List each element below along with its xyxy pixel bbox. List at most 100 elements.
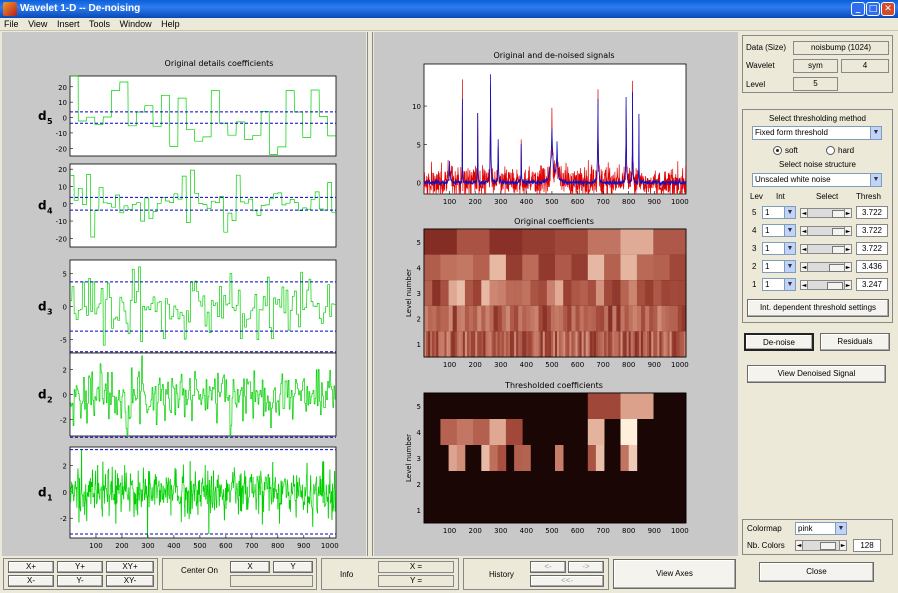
view-denoised-signal-button[interactable]: View Denoised Signal — [747, 365, 886, 383]
xplus-button[interactable]: X+ — [8, 561, 54, 573]
slider-right-arrow-icon[interactable]: ► — [844, 209, 851, 217]
coefficient-cell — [518, 331, 521, 357]
view-axes-button[interactable]: View Axes — [613, 559, 736, 589]
row-threshold-value[interactable]: 3.436 — [856, 260, 888, 273]
row-threshold-slider[interactable]: ◄ ► — [800, 280, 852, 290]
thresholding-frame: Select thresholding method Fixed form th… — [742, 109, 893, 323]
hard-radio[interactable] — [826, 146, 835, 155]
menu-help[interactable]: Help — [157, 18, 183, 29]
slider-right-arrow-icon[interactable]: ► — [844, 227, 851, 235]
detail-level-label: d — [38, 486, 47, 500]
coefficient-cell — [540, 331, 543, 357]
coefficient-cell — [522, 229, 556, 255]
panel-splitter[interactable] — [367, 32, 373, 556]
row-threshold-slider[interactable]: ◄ ► — [800, 208, 852, 218]
coefficient-cell — [514, 305, 519, 332]
residuals-button[interactable]: Residuals — [820, 333, 890, 351]
maximize-button[interactable]: □ — [866, 2, 880, 16]
slider-left-arrow-icon[interactable]: ◄ — [796, 541, 803, 550]
row-int-select[interactable]: 1 ▼ — [762, 224, 796, 237]
xminus-button[interactable]: X- — [8, 575, 54, 587]
history-back-button[interactable]: <- — [530, 561, 566, 573]
y-tick-label: 2 — [63, 462, 67, 470]
xyminus-button[interactable]: XY- — [106, 575, 154, 587]
coefficient-cell — [475, 331, 478, 357]
coefficient-cell — [653, 331, 656, 357]
row-level-label: 3 — [752, 244, 757, 253]
slider-right-arrow-icon[interactable]: ► — [844, 263, 851, 271]
coefficient-cell — [444, 305, 449, 332]
slider-left-arrow-icon[interactable]: ◄ — [801, 281, 808, 289]
center-x-button[interactable]: X — [230, 561, 270, 573]
row-threshold-slider[interactable]: ◄ ► — [800, 262, 852, 272]
coefficient-cell — [436, 305, 441, 332]
close-window-button[interactable]: ✕ — [881, 2, 895, 16]
row-int-value: 1 — [765, 244, 770, 253]
row-int-select[interactable]: 1 ▼ — [762, 278, 796, 291]
coefficient-cell — [561, 331, 564, 357]
row-threshold-value[interactable]: 3.722 — [856, 242, 888, 255]
coefficient-cell — [438, 331, 441, 357]
x-tick-label: 600 — [571, 527, 584, 535]
slider-left-arrow-icon[interactable]: ◄ — [801, 263, 808, 271]
detail-axes-4: 2 0 -2 d 1 — [38, 446, 337, 539]
y-tick-label: 0 — [63, 489, 67, 497]
menu-file[interactable]: File — [0, 18, 22, 29]
chevron-down-icon: ▼ — [784, 243, 795, 254]
y-tick-label: -2 — [60, 515, 67, 523]
slider-thumb[interactable] — [820, 542, 836, 550]
row-threshold-slider[interactable]: ◄ ► — [800, 244, 852, 254]
slider-right-arrow-icon[interactable]: ► — [839, 541, 846, 550]
threshold-method-select[interactable]: Fixed form threshold ▼ — [752, 126, 882, 140]
coefficient-cell — [464, 331, 468, 357]
row-int-select[interactable]: 1 ▼ — [762, 206, 796, 219]
xyplus-button[interactable]: XY+ — [106, 561, 154, 573]
menu-insert[interactable]: Insert — [53, 18, 83, 29]
nb-colors-value[interactable]: 128 — [853, 539, 881, 552]
coefficient-cell — [659, 331, 662, 357]
slider-left-arrow-icon[interactable]: ◄ — [801, 209, 808, 217]
coefficient-cell — [436, 331, 439, 357]
yminus-button[interactable]: Y- — [57, 575, 103, 587]
soft-radio[interactable] — [773, 146, 782, 155]
nb-colors-slider[interactable]: ◄ ► — [795, 540, 847, 551]
coefficient-cell — [514, 280, 523, 306]
coefficient-cell — [424, 229, 457, 255]
coefficient-cell — [673, 331, 676, 357]
y-tick-label: 0 — [63, 115, 67, 123]
coefficient-cell — [526, 305, 531, 332]
center-y-button[interactable]: Y — [273, 561, 313, 573]
row-threshold-slider[interactable]: ◄ ► — [800, 226, 852, 236]
slider-left-arrow-icon[interactable]: ◄ — [801, 245, 808, 253]
coefficient-cell — [620, 280, 629, 306]
int-dependent-threshold-button[interactable]: Int. dependent threshold settings — [747, 299, 889, 317]
detail-level-subscript: 5 — [47, 117, 53, 126]
slider-right-arrow-icon[interactable]: ► — [844, 281, 851, 289]
coefficient-cell — [620, 419, 638, 445]
history-forward-button[interactable]: -> — [568, 561, 604, 573]
slider-thumb[interactable] — [827, 282, 843, 290]
row-threshold-value[interactable]: 3.722 — [856, 206, 888, 219]
denoise-button[interactable]: De-noise — [744, 333, 814, 351]
slider-right-arrow-icon[interactable]: ► — [844, 245, 851, 253]
row-int-select[interactable]: 1 ▼ — [762, 242, 796, 255]
row-threshold-value[interactable]: 3.247 — [856, 278, 888, 291]
minimize-button[interactable]: _ — [851, 2, 865, 16]
close-button[interactable]: Close — [759, 562, 874, 582]
colormap-select[interactable]: pink ▼ — [795, 522, 847, 535]
yplus-button[interactable]: Y+ — [57, 561, 103, 573]
slider-thumb[interactable] — [828, 264, 845, 272]
menu-tools[interactable]: Tools — [85, 18, 113, 29]
coefficient-cell — [647, 331, 650, 357]
coefficient-cell — [542, 331, 545, 357]
history-reset-button[interactable]: <<- — [530, 575, 604, 587]
slider-left-arrow-icon[interactable]: ◄ — [801, 227, 808, 235]
menu-view[interactable]: View — [24, 18, 50, 29]
menu-window[interactable]: Window — [116, 18, 155, 29]
noise-structure-select[interactable]: Unscaled white noise ▼ — [752, 173, 882, 187]
row-threshold-value[interactable]: 3.722 — [856, 224, 888, 237]
row-int-select[interactable]: 1 ▼ — [762, 260, 796, 273]
coefficient-cell — [616, 331, 619, 357]
coefficient-cell — [450, 331, 453, 357]
coefficient-cell — [555, 280, 564, 306]
